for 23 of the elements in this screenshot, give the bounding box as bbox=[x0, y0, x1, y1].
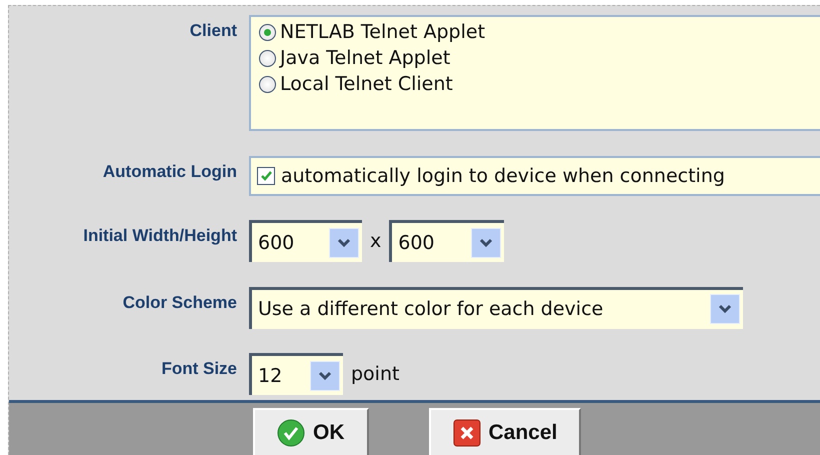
radio-option[interactable]: Local Telnet Client bbox=[259, 73, 820, 95]
ok-button[interactable]: OK bbox=[253, 408, 368, 455]
checkbox-icon[interactable] bbox=[257, 166, 275, 185]
radio-option[interactable]: NETLAB Telnet Applet bbox=[259, 21, 820, 43]
height-select[interactable]: 600 bbox=[389, 220, 504, 262]
check-circle-icon bbox=[277, 419, 305, 447]
field-label: Client bbox=[190, 20, 237, 41]
separator-text: x bbox=[370, 230, 382, 252]
checkbox-option[interactable]: automatically login to device when connecting bbox=[249, 156, 820, 196]
unit-text: point bbox=[351, 363, 400, 386]
radio-icon[interactable] bbox=[259, 50, 276, 66]
radio-icon[interactable] bbox=[259, 76, 276, 92]
color-scheme-select[interactable]: Use a different color for each device bbox=[249, 286, 743, 329]
close-icon bbox=[452, 419, 480, 447]
cancel-button[interactable]: Cancel bbox=[428, 408, 582, 455]
font-size-select[interactable]: 12 bbox=[249, 353, 343, 396]
width-select[interactable]: 600 bbox=[249, 220, 362, 262]
field-label: Font Size bbox=[161, 358, 237, 380]
radio-icon[interactable] bbox=[259, 24, 276, 40]
radio-option[interactable]: Java Telnet Applet bbox=[259, 47, 820, 69]
field-label: Color Scheme bbox=[122, 292, 237, 313]
field-label: Automatic Login bbox=[102, 160, 237, 182]
field-label: Initial Width/Height bbox=[83, 225, 237, 246]
